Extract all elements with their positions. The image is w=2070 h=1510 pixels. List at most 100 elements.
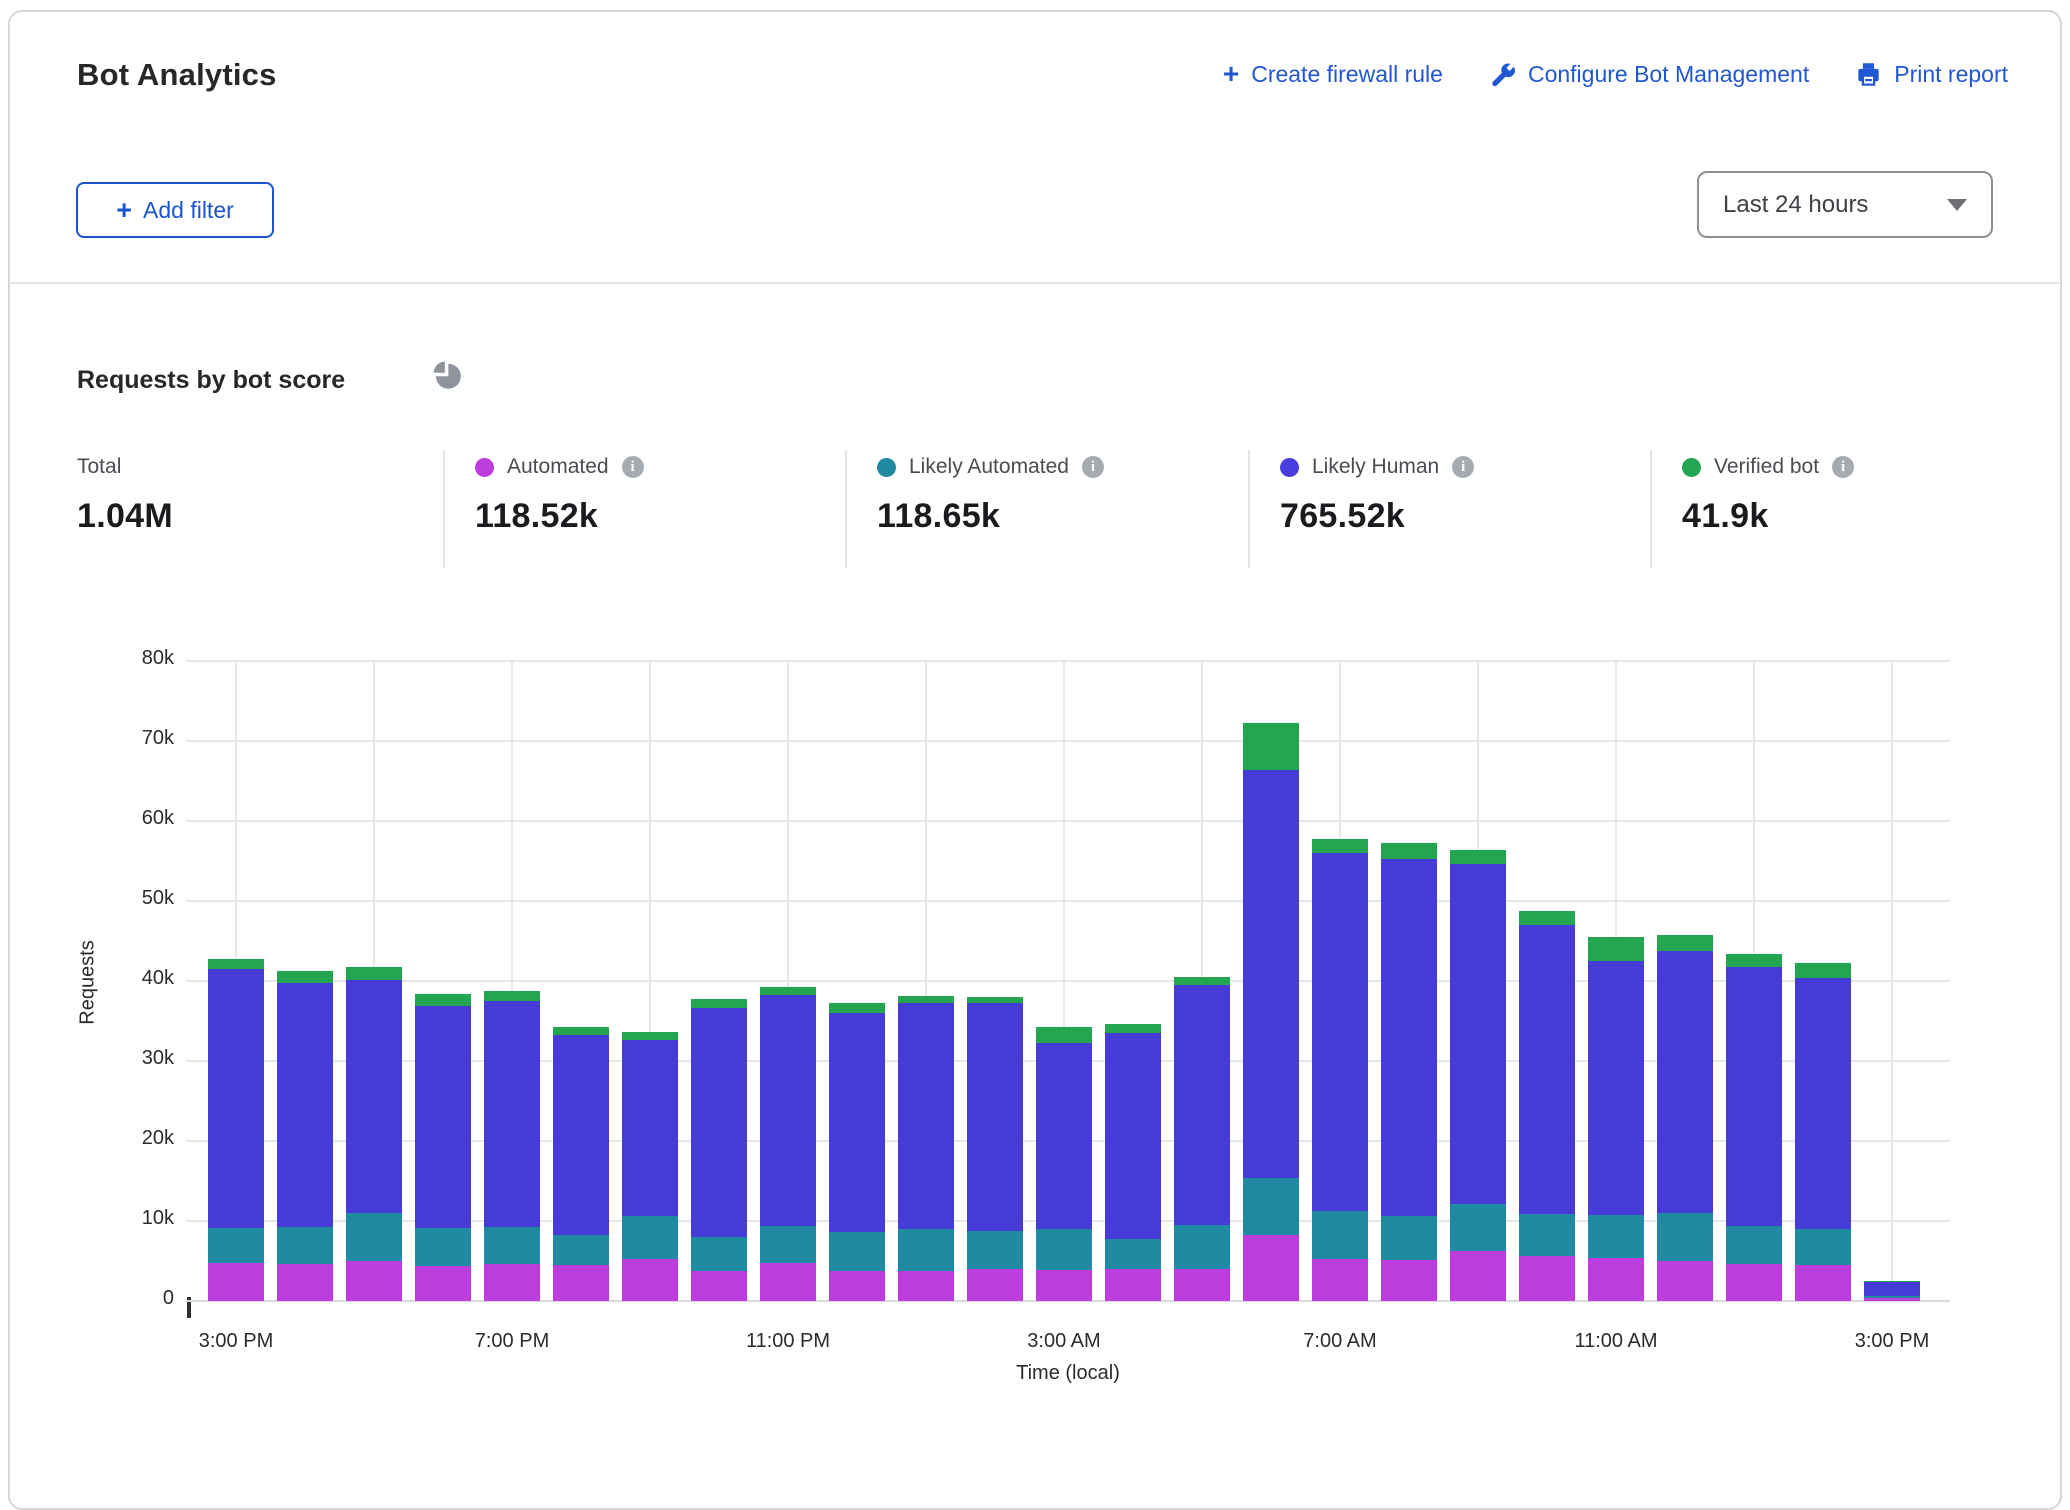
bar-segment[interactable] [1381, 843, 1437, 858]
bar-segment[interactable] [277, 983, 333, 1226]
configure-bot-management-link[interactable]: Configure Bot Management [1489, 61, 1809, 88]
bar-segment[interactable] [346, 980, 402, 1213]
bar-segment[interactable] [553, 1265, 609, 1301]
bar-segment[interactable] [967, 1003, 1023, 1231]
bar-segment[interactable] [415, 1006, 471, 1228]
bar-segment[interactable] [484, 1001, 540, 1227]
bar-segment[interactable] [1036, 1043, 1092, 1229]
bar-segment[interactable] [346, 967, 402, 980]
bar-segment[interactable] [1726, 1226, 1782, 1264]
bar-segment[interactable] [622, 1259, 678, 1301]
bar-segment[interactable] [1036, 1270, 1092, 1301]
bar-segment[interactable] [484, 991, 540, 1001]
bar-segment[interactable] [208, 969, 264, 1228]
bar-segment[interactable] [1174, 1225, 1230, 1269]
bar-segment[interactable] [1450, 1251, 1506, 1301]
bar-segment[interactable] [277, 1264, 333, 1301]
bar-segment[interactable] [1174, 977, 1230, 985]
bar-segment[interactable] [1105, 1269, 1161, 1301]
bar-segment[interactable] [415, 994, 471, 1006]
bar-segment[interactable] [277, 1227, 333, 1265]
bar-segment[interactable] [1450, 1204, 1506, 1250]
bar-segment[interactable] [1864, 1281, 1920, 1282]
bar-segment[interactable] [829, 1003, 885, 1013]
bar-segment[interactable] [1519, 1256, 1575, 1301]
bar-segment[interactable] [1174, 1269, 1230, 1301]
bar-segment[interactable] [1243, 1235, 1299, 1301]
info-icon[interactable]: i [1082, 456, 1104, 478]
bar-segment[interactable] [208, 1228, 264, 1263]
bar-segment[interactable] [691, 1008, 747, 1237]
bar-segment[interactable] [1243, 770, 1299, 1178]
bar-segment[interactable] [1795, 1265, 1851, 1301]
bar-segment[interactable] [208, 1263, 264, 1301]
bar-segment[interactable] [1588, 1215, 1644, 1258]
bar-segment[interactable] [1105, 1024, 1161, 1033]
bar-segment[interactable] [1657, 951, 1713, 1213]
bar-segment[interactable] [1588, 1258, 1644, 1301]
bar-segment[interactable] [1243, 1178, 1299, 1235]
print-report-link[interactable]: Print report [1855, 61, 2008, 88]
bar-segment[interactable] [415, 1266, 471, 1301]
bar-segment[interactable] [622, 1040, 678, 1216]
bar-segment[interactable] [1450, 850, 1506, 864]
bar-segment[interactable] [1105, 1033, 1161, 1239]
bar-segment[interactable] [1726, 1264, 1782, 1301]
bar-segment[interactable] [346, 1261, 402, 1301]
bar-segment[interactable] [1657, 935, 1713, 950]
bar-segment[interactable] [1243, 723, 1299, 769]
bar-segment[interactable] [1105, 1239, 1161, 1269]
bar-segment[interactable] [208, 959, 264, 969]
info-icon[interactable]: i [1832, 456, 1854, 478]
bar-segment[interactable] [898, 1229, 954, 1271]
bar-segment[interactable] [829, 1232, 885, 1270]
bar-segment[interactable] [1036, 1229, 1092, 1270]
bar-segment[interactable] [967, 1269, 1023, 1301]
bar-segment[interactable] [1519, 925, 1575, 1214]
bar-segment[interactable] [1588, 961, 1644, 1215]
bar-segment[interactable] [1657, 1261, 1713, 1301]
add-filter-button[interactable]: + Add filter [76, 182, 274, 238]
bar-segment[interactable] [1312, 1259, 1368, 1301]
bar-segment[interactable] [1864, 1282, 1920, 1296]
bar-segment[interactable] [622, 1216, 678, 1258]
bar-segment[interactable] [898, 1271, 954, 1301]
bar-segment[interactable] [1036, 1027, 1092, 1042]
bar-segment[interactable] [1312, 839, 1368, 853]
bar-segment[interactable] [1450, 864, 1506, 1204]
bar-segment[interactable] [691, 1237, 747, 1271]
bar-segment[interactable] [829, 1013, 885, 1232]
info-icon[interactable]: i [1452, 456, 1474, 478]
bar-segment[interactable] [1795, 963, 1851, 978]
create-firewall-rule-link[interactable]: + Create firewall rule [1223, 60, 1443, 88]
bar-segment[interactable] [1795, 978, 1851, 1229]
bar-segment[interactable] [898, 996, 954, 1002]
bar-segment[interactable] [760, 987, 816, 995]
bar-segment[interactable] [829, 1271, 885, 1301]
bar-segment[interactable] [1726, 967, 1782, 1225]
bar-segment[interactable] [1864, 1296, 1920, 1298]
bar-segment[interactable] [415, 1228, 471, 1266]
bar-segment[interactable] [1312, 853, 1368, 1211]
bar-segment[interactable] [1381, 1260, 1437, 1301]
bar-segment[interactable] [760, 1226, 816, 1264]
bar-segment[interactable] [484, 1264, 540, 1301]
bar-segment[interactable] [898, 1003, 954, 1229]
bar-segment[interactable] [1174, 985, 1230, 1225]
bar-segment[interactable] [967, 997, 1023, 1003]
bar-segment[interactable] [346, 1213, 402, 1261]
bar-segment[interactable] [1726, 954, 1782, 968]
bar-segment[interactable] [1864, 1298, 1920, 1301]
bar-segment[interactable] [553, 1235, 609, 1265]
bar-segment[interactable] [1519, 911, 1575, 925]
bar-segment[interactable] [1795, 1229, 1851, 1265]
bar-segment[interactable] [760, 1263, 816, 1301]
bar-segment[interactable] [1519, 1214, 1575, 1256]
bar-segment[interactable] [622, 1032, 678, 1040]
bar-segment[interactable] [760, 995, 816, 1225]
bar-segment[interactable] [691, 1271, 747, 1301]
bar-segment[interactable] [1381, 859, 1437, 1217]
bar-segment[interactable] [1381, 1216, 1437, 1260]
bar-segment[interactable] [967, 1231, 1023, 1269]
bar-segment[interactable] [1657, 1213, 1713, 1261]
